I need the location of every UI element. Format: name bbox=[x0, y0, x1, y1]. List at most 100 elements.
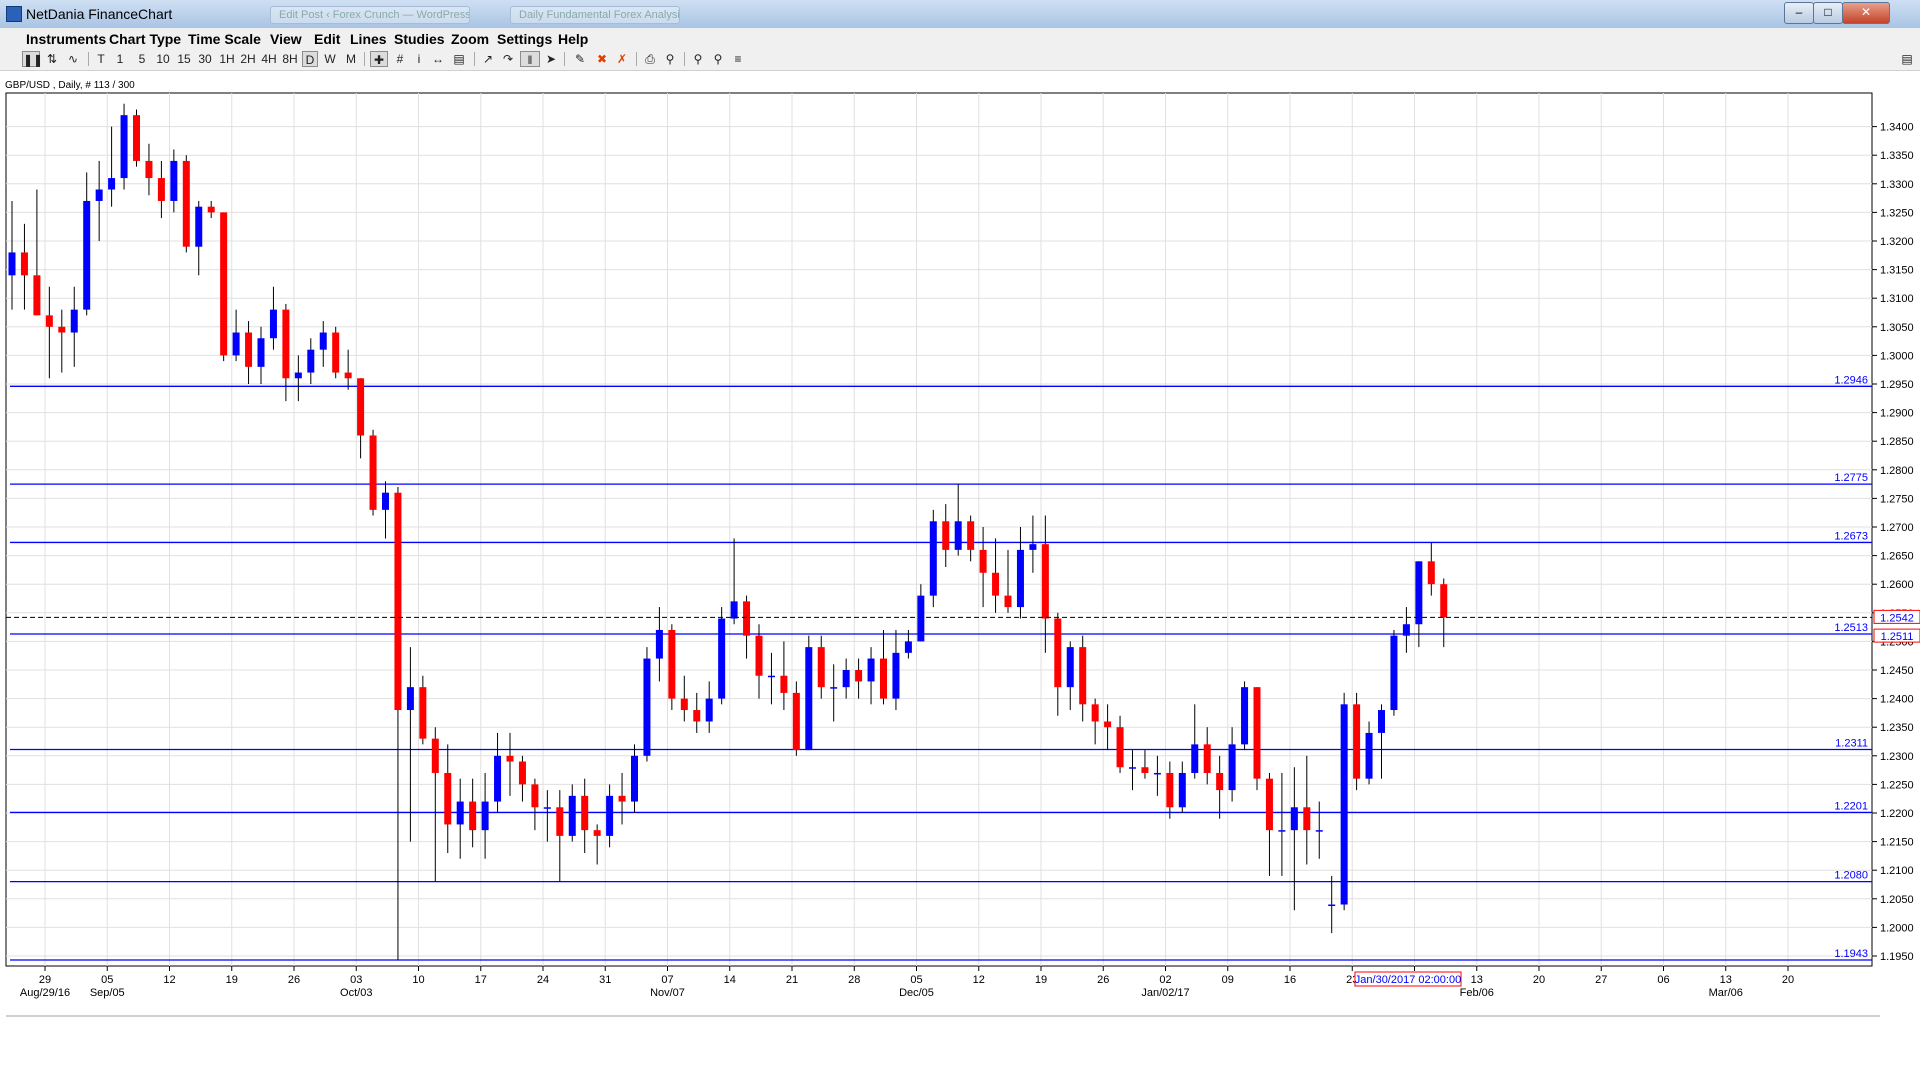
line-chart-button[interactable]: ∿ bbox=[64, 51, 82, 67]
y-tick-label: 1.2100 bbox=[1880, 865, 1914, 877]
x-tick-label: 03 bbox=[350, 974, 362, 986]
toolbar-separator bbox=[364, 52, 365, 66]
timeframe-30[interactable]: 30 bbox=[196, 51, 214, 67]
timeframe-w[interactable]: W bbox=[322, 51, 338, 67]
timeframe-15[interactable]: 15 bbox=[175, 51, 193, 67]
pen-icon: ✎ bbox=[574, 52, 586, 66]
candle-body-up bbox=[456, 801, 464, 825]
menu-studies[interactable]: Studies bbox=[394, 31, 445, 47]
toggle-panel-button[interactable]: ▤ bbox=[1900, 51, 1914, 67]
delete-all-button[interactable]: ✗ bbox=[614, 51, 630, 67]
delete-drawing-button[interactable]: ✖ bbox=[594, 51, 610, 67]
print-button[interactable]: ⎙ bbox=[642, 51, 658, 67]
timeframe-d[interactable]: D bbox=[302, 51, 318, 67]
pointer-tool-button[interactable]: ➤ bbox=[544, 51, 558, 67]
candle-body-up bbox=[382, 492, 389, 510]
level-label: 1.2673 bbox=[1834, 530, 1868, 542]
candle-chart-button[interactable]: ⇅ bbox=[44, 51, 60, 67]
candle-body-up bbox=[643, 658, 651, 756]
menu-edit[interactable]: Edit bbox=[314, 31, 340, 47]
candle-body-down bbox=[1440, 584, 1448, 618]
candle-body-up bbox=[830, 687, 838, 689]
app-icon bbox=[6, 6, 22, 22]
candle-body-up bbox=[1378, 710, 1385, 733]
background-tab-1[interactable]: Edit Post ‹ Forex Crunch — WordPress bbox=[270, 6, 470, 24]
menu-zoom[interactable]: Zoom bbox=[451, 31, 489, 47]
menu-settings[interactable]: Settings bbox=[497, 31, 552, 47]
candle-body-up bbox=[543, 807, 551, 809]
menu-help[interactable]: Help bbox=[558, 31, 588, 47]
timeframe-m[interactable]: M bbox=[343, 51, 359, 67]
draw-line-button[interactable]: ✎ bbox=[572, 51, 588, 67]
close-button[interactable]: ✕ bbox=[1842, 2, 1890, 24]
zoom-out-button[interactable]: ⚲ bbox=[710, 51, 726, 67]
volume-button[interactable]: ▤ bbox=[450, 51, 468, 67]
minimize-button[interactable]: – bbox=[1784, 2, 1814, 24]
trendline-tool-button[interactable]: ↗ bbox=[480, 51, 496, 67]
print-icon: ⎙ bbox=[645, 52, 655, 66]
fit-button[interactable]: ≡ bbox=[730, 51, 746, 67]
candle-body-down bbox=[581, 795, 589, 831]
crosshair-button[interactable]: ✚ bbox=[370, 51, 388, 67]
menu-view[interactable]: View bbox=[270, 31, 302, 47]
candle-body-down bbox=[1216, 772, 1224, 791]
candle-body-down bbox=[593, 830, 601, 836]
candle-body-down bbox=[207, 206, 215, 213]
y-tick-label: 1.3000 bbox=[1880, 350, 1914, 362]
zoom-out-icon: ⚲ bbox=[713, 52, 723, 66]
candle-body-up bbox=[842, 670, 850, 688]
candle-body-up bbox=[120, 115, 128, 179]
level-label: 1.2513 bbox=[1834, 622, 1868, 634]
channel-tool-button[interactable]: ‖ bbox=[520, 51, 540, 67]
menu-time-scale[interactable]: Time Scale bbox=[188, 31, 261, 47]
candle-body-up bbox=[232, 332, 240, 356]
print-preview-button[interactable]: ⚲ bbox=[662, 51, 678, 67]
timeframe-4h[interactable]: 4H bbox=[259, 51, 279, 67]
candle-body-up bbox=[1390, 635, 1398, 711]
y-tick-label: 1.2800 bbox=[1880, 465, 1914, 477]
background-tab-2[interactable]: Daily Fundamental Forex Analysis bbox=[510, 6, 680, 24]
toolbar-separator bbox=[88, 52, 89, 66]
candle-body-down bbox=[680, 698, 688, 711]
candle-body-up bbox=[1029, 544, 1037, 550]
grid-button[interactable]: # bbox=[392, 51, 408, 67]
zoom-in-button[interactable]: ⚲ bbox=[690, 51, 706, 67]
candle-body-up bbox=[307, 349, 315, 373]
last-price-label: 1.2542 bbox=[1880, 612, 1914, 624]
candle-body-down bbox=[992, 572, 1000, 596]
y-tick-label: 1.3200 bbox=[1880, 236, 1914, 248]
crosshair-price-label: 1.2511 bbox=[1881, 631, 1914, 643]
maximize-button[interactable]: □ bbox=[1813, 2, 1843, 24]
candle-body-up bbox=[1241, 687, 1249, 745]
timeframe-2h[interactable]: 2H bbox=[238, 51, 258, 67]
timeframe-1[interactable]: 1 bbox=[114, 51, 126, 67]
y-tick-label: 1.1950 bbox=[1880, 951, 1914, 963]
info-button[interactable]: i bbox=[412, 51, 426, 67]
plot-area[interactable] bbox=[5, 92, 1873, 967]
timeframe-8h[interactable]: 8H bbox=[280, 51, 300, 67]
menu-lines[interactable]: Lines bbox=[350, 31, 387, 47]
ray-tool-button[interactable]: ↷ bbox=[500, 51, 516, 67]
menu-instruments[interactable]: Instruments bbox=[26, 31, 106, 47]
candle-body-down bbox=[245, 332, 253, 367]
zoom-in-icon: ⚲ bbox=[693, 52, 703, 66]
x-tick-label: 13 bbox=[1720, 974, 1732, 986]
bar-chart-button[interactable]: ❚❚ bbox=[22, 51, 43, 67]
x-month-label: Aug/29/16 bbox=[20, 987, 70, 999]
timeframe-t[interactable]: T bbox=[94, 51, 108, 67]
candle-body-down bbox=[332, 332, 340, 373]
candle-body-down bbox=[531, 784, 539, 808]
timeframe-10[interactable]: 10 bbox=[154, 51, 172, 67]
x-month-label: Mar/06 bbox=[1709, 987, 1743, 999]
minimize-icon: – bbox=[1795, 5, 1803, 19]
menu-chart-type[interactable]: Chart Type bbox=[109, 31, 181, 47]
timeframe-1h[interactable]: 1H bbox=[217, 51, 237, 67]
y-tick-label: 1.2600 bbox=[1880, 579, 1914, 591]
candlestick-chart[interactable]: 1.2946 1.2775 1.2673 1.2513 1.2311 1.2201 1.20… bbox=[0, 90, 1920, 1020]
delete-icon: ✖ bbox=[596, 52, 608, 66]
timeframe-5[interactable]: 5 bbox=[136, 51, 148, 67]
candle-body-up bbox=[568, 795, 576, 836]
candle-body-up bbox=[1290, 807, 1298, 831]
candle-body-up bbox=[867, 658, 875, 682]
pan-button[interactable]: ↔ bbox=[430, 51, 446, 67]
